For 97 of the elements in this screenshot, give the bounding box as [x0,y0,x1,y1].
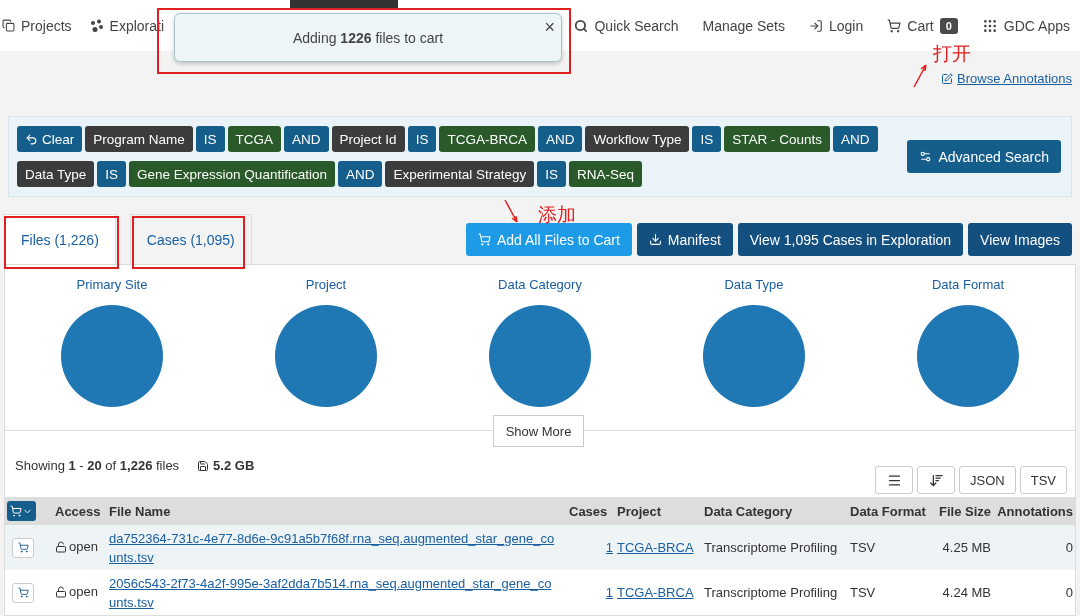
query-chip: AND [284,126,329,153]
query-chip: IS [195,126,225,153]
export-button[interactable]: TSV [1019,466,1067,494]
nav-link[interactable]: Manage Sets [702,17,785,34]
column-header: Data Category [704,503,793,519]
toast-message: Adding 1226 files to cart [292,29,444,46]
cart-dropdown-button[interactable] [7,501,36,521]
download-icon [648,233,662,246]
table-cell: TSV [850,585,876,600]
chart-title: Data Format [931,277,1005,292]
table-cell: TSV [850,540,876,555]
query-chip: IS [692,126,722,153]
settings-icon [919,150,933,164]
results-summary: Showing 1 - 20 of 1,226 files [15,458,180,473]
chart-title: Project [305,277,347,292]
column-header: File Size [938,503,991,519]
table-link[interactable]: TCGA-BRCA [617,540,694,555]
advanced-search-button[interactable]: Advanced Search [907,140,1061,174]
table-cell: open [55,539,98,555]
cart-icon [887,18,902,33]
dots-icon [89,18,104,33]
show-more-button[interactable]: Show More [493,415,584,447]
annotation-note: 打开 [933,42,971,66]
action-button[interactable]: Manifest [636,223,733,256]
query-chip: Program Name [85,126,193,153]
query-chip: Experimental Strategy [385,161,535,188]
query-chip: Data Type [17,161,95,188]
query-chip: AND [537,126,583,153]
nav-link[interactable]: Quick Search [574,17,679,34]
table-cell: 0 [1065,540,1073,555]
close-button[interactable]: × [544,17,555,38]
file-link[interactable]: da752364-731c-4e77-8d6e-9c91a5b7f68f.rna_seq.augmented_star_gene_counts.tsv [109,528,555,567]
export-button[interactable]: JSON [959,466,1016,494]
grid-icon [981,17,998,34]
edit-icon [941,72,954,85]
arrow-drawing [504,199,518,223]
search-icon [574,18,589,33]
table-cell: 4.24 MB [942,585,991,600]
query-chip: AND [337,161,383,188]
column-header: File Name [109,503,171,519]
cart-icon [17,542,29,553]
login-icon [809,18,823,33]
add-to-cart-button[interactable] [12,537,34,558]
columns-button[interactable] [875,466,914,494]
column-header: Access [55,503,101,519]
add-to-cart-button[interactable] [12,582,34,603]
arrow-drawing [913,64,927,88]
table-cell: 0 [1065,585,1073,600]
column-header: Project [617,503,662,519]
total-size: 5.2 GB [197,458,255,473]
action-button[interactable]: View 1,095 Cases in Exploration [737,223,964,256]
chart-title: Data Category [498,277,582,292]
unlock-icon [55,585,67,598]
query-chip: Project Id [331,126,405,153]
browse-annotations-link[interactable]: Browse Annotations [941,71,1072,87]
unlock-icon [55,540,67,553]
sort-icon [928,472,944,488]
cart-icon [10,505,22,517]
table-link[interactable]: 1 [605,585,613,600]
query-chip: RNA-Seq [569,161,643,188]
copy-icon [2,19,15,33]
cart-icon [17,587,29,598]
query-chip: IS [537,161,566,188]
nav-link[interactable]: Cart 0 [887,17,958,34]
table-link[interactable]: TCGA-BRCA [617,585,694,600]
tab[interactable]: Cases (1,095) [129,214,252,264]
query-chip: Gene Expression Quantification [129,161,335,188]
file-link[interactable]: 2056c543-2f73-4a2f-995e-3af2dda7b514.rna_seq.augmented_star_gene_counts.tsv [109,573,555,612]
query-chip: AND [833,126,878,153]
sort-button[interactable] [917,466,956,494]
column-header: Cases [569,503,608,519]
clear-button[interactable]: Clear [17,126,83,153]
cart-count-badge: 0 [939,17,958,34]
query-chip: STAR - Counts [724,126,830,153]
table-cell: open [55,584,98,600]
nav-link[interactable]: GDC Apps [981,17,1070,34]
save-icon [197,459,210,472]
table-cell: Transcriptome Profiling [704,540,838,555]
undo-icon [25,132,38,146]
query-chip: IS [407,126,437,153]
column-header: Data Format [850,503,926,519]
nav-link[interactable]: Login [809,17,864,34]
cart-icon [477,233,491,246]
query-chip: Workflow Type [585,126,690,153]
menu-icon [886,472,902,488]
query-chip: IS [97,161,127,188]
query-chip: TCGA [227,126,282,153]
column-header: Annotations [997,503,1073,519]
table-link[interactable]: 1 [605,540,613,555]
table-cell: 4.25 MB [942,540,991,555]
query-chip: TCGA-BRCA [439,126,535,153]
nav-link[interactable]: Projects [2,17,72,34]
tab[interactable]: Files (1,226) [4,214,116,264]
table-cell: Transcriptome Profiling [704,585,838,600]
action-button[interactable]: View Images [968,223,1072,256]
chart-title: Primary Site [76,277,148,292]
chart-title: Data Type [724,277,784,292]
